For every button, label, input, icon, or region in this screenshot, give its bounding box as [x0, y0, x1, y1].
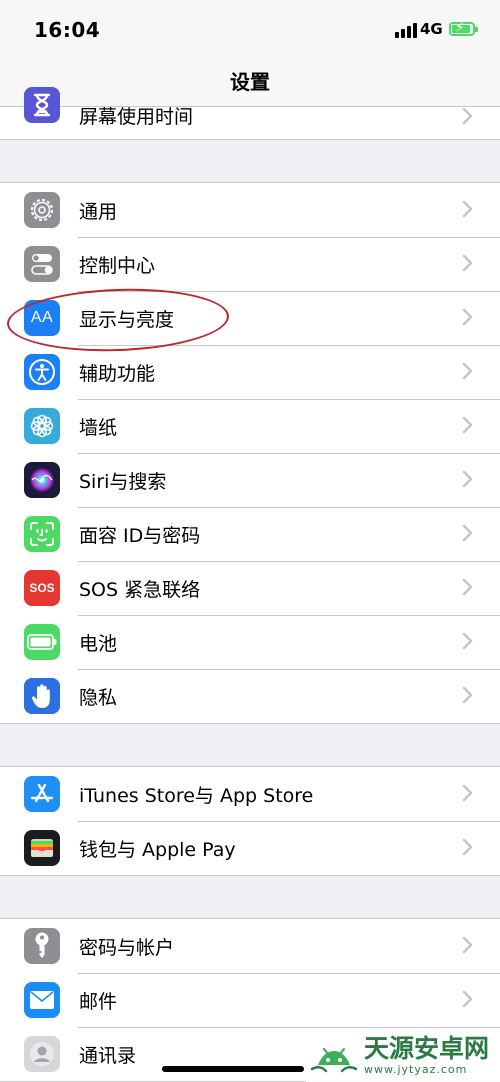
hourglass-icon — [24, 87, 60, 123]
settings-list: 屏幕使用时间 通用 控制中心 AA 显示与亮度 辅助功能 墙纸 Siri与搜索 … — [0, 87, 500, 1082]
siri-icon — [24, 462, 60, 498]
settings-row-label: iTunes Store与 App Store — [79, 784, 314, 807]
chevron-right-icon — [462, 632, 473, 650]
chevron-right-icon — [462, 990, 473, 1008]
page-title: 设置 — [230, 70, 270, 94]
network-type: 4G — [420, 20, 443, 38]
toggles-icon — [24, 246, 60, 282]
mail-icon — [24, 982, 60, 1018]
settings-row-label: 屏幕使用时间 — [79, 106, 194, 128]
chevron-right-icon — [462, 362, 473, 380]
settings-row-emergency-sos[interactable]: SOS SOS 紧急联络 — [0, 561, 500, 615]
chevron-right-icon — [462, 416, 473, 434]
chevron-right-icon — [462, 784, 473, 802]
flower-icon — [24, 408, 60, 444]
chevron-right-icon — [462, 578, 473, 596]
hand-icon — [24, 678, 60, 714]
chevron-right-icon — [462, 524, 473, 542]
chevron-right-icon — [462, 107, 473, 125]
settings-row-label: 墙纸 — [79, 416, 118, 439]
settings-row-label: 通用 — [79, 200, 118, 223]
settings-group: 屏幕使用时间 — [0, 87, 500, 140]
wallet-icon — [24, 830, 60, 866]
settings-row-label: 辅助功能 — [79, 362, 156, 385]
settings-row-label: Siri与搜索 — [79, 470, 167, 493]
chevron-right-icon — [462, 838, 473, 856]
settings-row-accessibility[interactable]: 辅助功能 — [0, 345, 500, 399]
key-icon — [24, 928, 60, 964]
settings-row-mail[interactable]: 邮件 — [0, 973, 500, 1027]
status-time: 16:04 — [34, 18, 101, 42]
settings-row-label: 电池 — [79, 632, 118, 655]
settings-row-label: 密码与帐户 — [79, 936, 175, 959]
settings-row-siri-search[interactable]: Siri与搜索 — [0, 453, 500, 507]
chevron-right-icon — [462, 470, 473, 488]
settings-row-battery[interactable]: 电池 — [0, 615, 500, 669]
settings-row-label: 通讯录 — [79, 1044, 137, 1067]
settings-row-wallpaper[interactable]: 墙纸 — [0, 399, 500, 453]
settings-row-face-id[interactable]: 面容 ID与密码 — [0, 507, 500, 561]
settings-row-label: 控制中心 — [79, 254, 156, 277]
settings-row-label: SOS 紧急联络 — [79, 578, 201, 601]
face-id-icon — [24, 516, 60, 552]
settings-group: iTunes Store与 App Store 钱包与 Apple Pay — [0, 766, 500, 876]
settings-row-label: 邮件 — [79, 990, 118, 1013]
watermark-title: 天源安卓网 — [364, 1033, 490, 1063]
watermark: 天源安卓网 www.jytyaz.com — [306, 1028, 500, 1082]
accessibility-icon — [24, 354, 60, 390]
battery-icon — [24, 624, 60, 660]
android-logo-icon — [310, 1047, 358, 1073]
chevron-right-icon — [462, 308, 473, 326]
settings-row-screen-time[interactable]: 屏幕使用时间 — [0, 87, 500, 139]
settings-row-label: 面容 ID与密码 — [79, 524, 201, 547]
navigation-bar: 设置 — [0, 58, 500, 107]
settings-row-control-center[interactable]: 控制中心 — [0, 237, 500, 291]
settings-row-wallet-apple-pay[interactable]: 钱包与 Apple Pay — [0, 821, 500, 875]
settings-row-label: 钱包与 Apple Pay — [79, 838, 236, 861]
signal-strength-icon — [395, 22, 417, 38]
home-indicator[interactable] — [162, 1066, 304, 1072]
settings-row-itunes-app-store[interactable]: iTunes Store与 App Store — [0, 767, 500, 821]
contacts-icon — [24, 1036, 60, 1072]
settings-row-privacy[interactable]: 隐私 — [0, 669, 500, 723]
settings-group: 通用 控制中心 AA 显示与亮度 辅助功能 墙纸 Siri与搜索 面容 ID与密… — [0, 182, 500, 724]
app-store-icon — [24, 776, 60, 812]
settings-row-general[interactable]: 通用 — [0, 183, 500, 237]
settings-row-label: 隐私 — [79, 686, 118, 709]
status-bar: 16:04 4G ⚡ — [0, 0, 500, 58]
watermark-url: www.jytyaz.com — [364, 1062, 468, 1076]
sos-icon: SOS — [24, 570, 60, 606]
chevron-right-icon — [462, 686, 473, 704]
battery-charging-icon: ⚡ — [449, 20, 478, 36]
chevron-right-icon — [462, 200, 473, 218]
chevron-right-icon — [462, 254, 473, 272]
gear-icon — [24, 192, 60, 228]
settings-row-passwords-accounts[interactable]: 密码与帐户 — [0, 919, 500, 973]
chevron-right-icon — [462, 936, 473, 954]
